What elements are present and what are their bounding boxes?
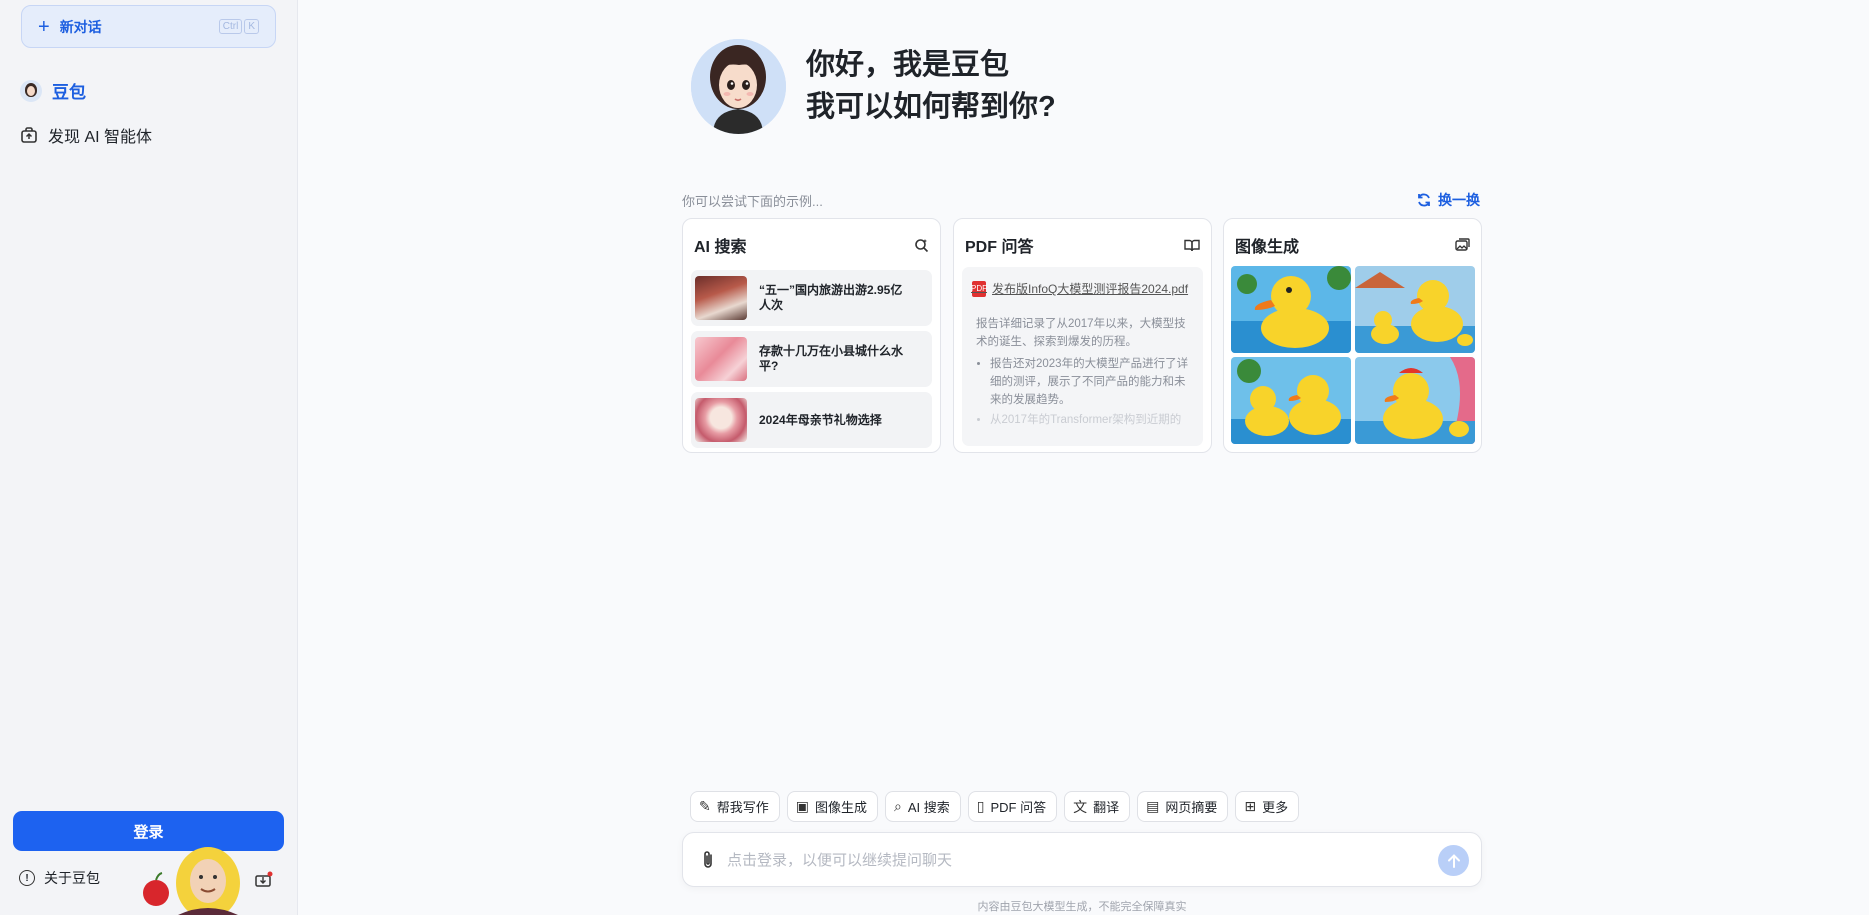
tool-label: PDF 问答 bbox=[990, 800, 1047, 815]
about-link[interactable]: ! 关于豆包 bbox=[19, 868, 100, 888]
pen-sparkle-icon: ✎ bbox=[699, 798, 711, 814]
new-chat-label: 新对话 bbox=[59, 18, 102, 35]
tool-ai-search-button[interactable]: ⌕ AI 搜索 bbox=[885, 791, 961, 822]
duck-image-2[interactable] bbox=[1355, 266, 1475, 353]
greeting-line-2: 我可以如何帮到你? bbox=[806, 91, 1056, 123]
tool-label: 翻译 bbox=[1093, 800, 1120, 815]
apps-grid-icon: ⊞ bbox=[1244, 798, 1257, 814]
shortcut-key-k: K bbox=[244, 19, 259, 34]
tool-writing-button[interactable]: ✎ 帮我写作 bbox=[690, 791, 780, 822]
hero-greeting: 你好，我是豆包 我可以如何帮到你? bbox=[806, 44, 1056, 128]
refresh-icon bbox=[1418, 193, 1430, 207]
translate-icon: 文 bbox=[1073, 798, 1088, 815]
sidebar-item-label: 豆包 bbox=[52, 83, 86, 102]
sidebar: + 新对话 Ctrl K 豆包 发现 AI 智能体 登录 ! 关于豆包 bbox=[0, 0, 298, 915]
info-icon: ! bbox=[19, 870, 35, 886]
example-card-pdf-qa[interactable]: PDF 问答 PDF 发布版InfoQ大模型测评报告2024.pdf 报告详细记… bbox=[953, 218, 1212, 453]
search-example-text: 2024年母亲节礼物选择 bbox=[759, 412, 882, 427]
shortcut-key-ctrl: Ctrl bbox=[218, 19, 243, 34]
pdf-bullet: 报告还对2023年的大模型产品进行了详细的测评，展示了不同产品的能力和未来的发展… bbox=[990, 355, 1194, 409]
avatar-illustration bbox=[691, 39, 786, 134]
tool-label: 图像生成 bbox=[814, 800, 867, 815]
search-example-item[interactable]: “五一”国内旅游出游2.95亿人次 bbox=[691, 270, 932, 326]
agent-store-icon bbox=[21, 127, 37, 143]
book-icon: ▯ bbox=[976, 798, 985, 814]
send-button[interactable] bbox=[1438, 845, 1469, 876]
tool-label: AI 搜索 bbox=[907, 800, 950, 815]
refresh-examples-button[interactable]: 换一换 bbox=[1416, 190, 1480, 210]
shortcut-hint: Ctrl K bbox=[218, 19, 259, 34]
pdf-file-link[interactable]: PDF 发布版InfoQ大模型测评报告2024.pdf bbox=[971, 280, 1189, 297]
tool-label: 网页摘要 bbox=[1165, 800, 1218, 815]
example-card-image-generation[interactable]: 图像生成 bbox=[1223, 218, 1482, 453]
news-thumbnail bbox=[695, 276, 747, 320]
sidebar-item-doubao[interactable]: 豆包 bbox=[20, 78, 86, 103]
duck-image-4[interactable] bbox=[1355, 357, 1475, 444]
duck-image-3[interactable] bbox=[1231, 357, 1351, 444]
search-example-item[interactable]: 2024年母亲节礼物选择 bbox=[691, 392, 932, 448]
search-icon: ⌕ bbox=[894, 798, 902, 814]
tool-label: 帮我写作 bbox=[716, 800, 769, 815]
doubao-avatar-icon bbox=[20, 79, 42, 102]
duck-image-1[interactable] bbox=[1231, 266, 1351, 353]
arrow-up-icon bbox=[1447, 853, 1460, 868]
money-thumbnail bbox=[695, 337, 747, 381]
ai-search-icon bbox=[915, 238, 929, 252]
image-icon: ▣ bbox=[795, 798, 809, 814]
sidebar-item-label: 发现 AI 智能体 bbox=[48, 129, 153, 146]
plus-icon: + bbox=[38, 15, 50, 38]
card-title: 图像生成 bbox=[1235, 239, 1300, 256]
tool-image-generation-button[interactable]: ▣ 图像生成 bbox=[786, 791, 878, 822]
image-gen-icon bbox=[1455, 238, 1470, 251]
tool-more-button[interactable]: ⊞ 更多 bbox=[1235, 791, 1300, 822]
flowers-thumbnail bbox=[695, 398, 747, 442]
pdf-preview: PDF 发布版InfoQ大模型测评报告2024.pdf 报告详细记录了从2017… bbox=[962, 267, 1203, 446]
example-card-ai-search[interactable]: AI 搜索 “五一”国内旅游出游2.95亿人次 存款十几万在小县城什么水平? 2… bbox=[682, 218, 941, 453]
pdf-file-icon: PDF bbox=[971, 280, 987, 297]
tool-label: 更多 bbox=[1262, 800, 1289, 815]
book-icon bbox=[1184, 239, 1200, 252]
card-title: PDF 问答 bbox=[965, 239, 1034, 256]
search-example-text: “五一”国内旅游出游2.95亿人次 bbox=[759, 283, 903, 312]
chat-composer bbox=[682, 832, 1482, 887]
download-app-icon[interactable] bbox=[255, 871, 273, 887]
web-page-icon: ▤ bbox=[1146, 798, 1160, 814]
chat-input[interactable] bbox=[727, 846, 1407, 874]
attachment-icon[interactable] bbox=[698, 849, 718, 871]
search-example-item[interactable]: 存款十几万在小县城什么水平? bbox=[691, 331, 932, 387]
tool-translate-button[interactable]: 文 翻译 bbox=[1064, 791, 1131, 822]
search-example-text: 存款十几万在小县城什么水平? bbox=[759, 344, 904, 373]
card-title: AI 搜索 bbox=[694, 239, 747, 256]
tool-pdf-qa-button[interactable]: ▯ PDF 问答 bbox=[967, 791, 1058, 822]
pdf-file-name: 发布版InfoQ大模型测评报告2024.pdf bbox=[992, 282, 1189, 296]
refresh-label: 换一换 bbox=[1438, 192, 1480, 208]
greeting-line-1: 你好，我是豆包 bbox=[806, 49, 1010, 81]
sidebar-item-discover-agents[interactable]: 发现 AI 智能体 bbox=[20, 123, 152, 147]
disclaimer-text: 内容由豆包大模型生成，不能完全保障真实 bbox=[977, 901, 1187, 913]
quick-tools-bar: ✎ 帮我写作 ▣ 图像生成 ⌕ AI 搜索 ▯ PDF 问答 文 翻译 ▤ 网页… bbox=[690, 791, 1300, 822]
pdf-summary-text: 报告详细记录了从2017年以来，大模型技术的诞生、探索到爆发的历程。 bbox=[976, 318, 1186, 348]
pdf-summary: 报告详细记录了从2017年以来，大模型技术的诞生、探索到爆发的历程。 报告还对2… bbox=[976, 315, 1194, 431]
new-chat-button[interactable]: + 新对话 Ctrl K bbox=[21, 5, 276, 48]
about-label: 关于豆包 bbox=[44, 870, 100, 886]
examples-hint: 你可以尝试下面的示例... bbox=[682, 194, 823, 209]
pdf-bullet: 从2017年的Transformer架构到近期的 bbox=[990, 411, 1194, 429]
tool-web-summary-button[interactable]: ▤ 网页摘要 bbox=[1137, 791, 1229, 822]
doubao-avatar bbox=[691, 39, 786, 134]
generated-image-grid bbox=[1231, 266, 1476, 444]
